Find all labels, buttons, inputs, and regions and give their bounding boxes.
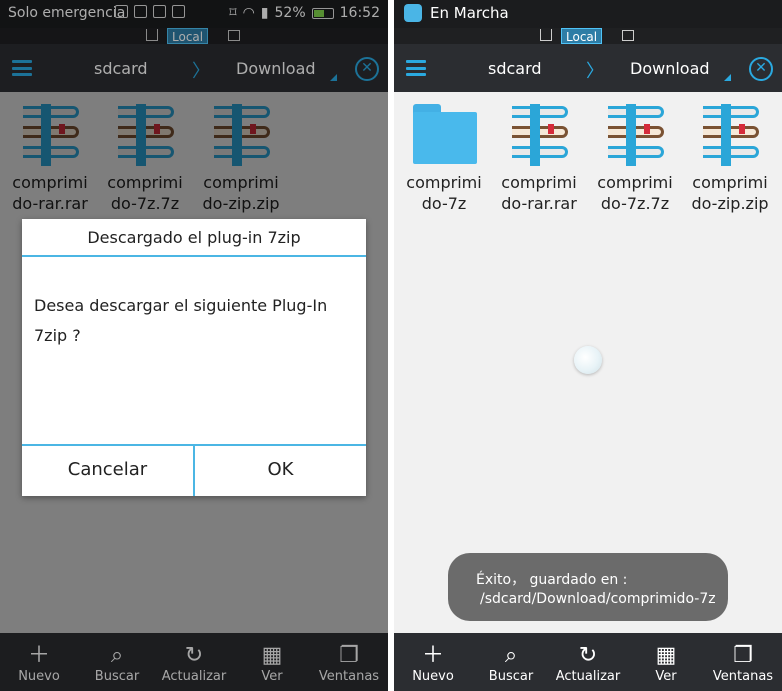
archive-icon bbox=[506, 104, 572, 166]
folder-item[interactable]: comprimi do-7z bbox=[401, 104, 487, 214]
bottom-bar: ＋ Nuevo ⌕ Buscar ↻ Actualizar ▦ Ver ❐ Ventana… bbox=[394, 633, 782, 691]
refresh-label: Actualizar bbox=[555, 669, 621, 684]
menu-icon[interactable] bbox=[406, 60, 426, 76]
folder-icon bbox=[411, 104, 477, 166]
archive-icon bbox=[602, 104, 668, 166]
dim-overlay bbox=[0, 633, 388, 691]
right-screen: En Marcha Local sdcard 〉 Download ✕ comp… bbox=[394, 0, 782, 691]
search-label: Buscar bbox=[488, 669, 534, 684]
home-icon[interactable] bbox=[540, 29, 552, 41]
plus-icon: ＋ bbox=[422, 643, 445, 668]
device-icon[interactable] bbox=[622, 30, 634, 41]
view-label: Ver bbox=[655, 669, 677, 684]
storage-bar: Local bbox=[394, 28, 782, 44]
status-bar: En Marcha bbox=[394, 0, 782, 28]
file-name: comprimi do-7z.7z bbox=[597, 173, 673, 213]
plugin-dialog: Descargado el plug-in 7zip Desea descarg… bbox=[22, 219, 366, 496]
dialog-buttons: Cancelar OK bbox=[22, 444, 366, 496]
loading-spinner bbox=[574, 346, 602, 374]
dialog-message: Desea descargar el siguiente Plug-In 7zi… bbox=[34, 296, 328, 345]
toast-line-2: /sdcard/Download/comprimido-7z bbox=[480, 591, 716, 607]
breadcrumb-download[interactable]: Download bbox=[630, 59, 710, 78]
file-name: comprimi do-zip.zip bbox=[691, 173, 769, 213]
file-item[interactable]: comprimi do-7z.7z bbox=[592, 104, 678, 214]
refresh-icon: ↻ bbox=[578, 643, 598, 668]
search-icon: ⌕ bbox=[504, 643, 518, 668]
search-button[interactable]: ⌕ Buscar bbox=[472, 633, 550, 691]
file-name: comprimi do-rar.rar bbox=[501, 173, 577, 213]
close-icon[interactable]: ✕ bbox=[749, 57, 773, 81]
dialog-title: Descargado el plug-in 7zip bbox=[22, 219, 366, 257]
ok-button[interactable]: OK bbox=[193, 446, 366, 496]
windows-icon: ❐ bbox=[733, 643, 753, 668]
refresh-button[interactable]: ↻ Actualizar bbox=[549, 633, 627, 691]
breadcrumb-separator-icon: 〉 bbox=[586, 61, 604, 82]
view-button[interactable]: ▦ Ver bbox=[627, 633, 705, 691]
file-name: comprimi do-7z bbox=[406, 173, 482, 213]
left-screen: Solo emergencia ⌑ ◠ ▮ 52% 16:52 Local sd… bbox=[0, 0, 388, 691]
success-toast: Éxito， guardado en : /sdcard/Download/co… bbox=[448, 553, 728, 621]
grid-icon: ▦ bbox=[655, 643, 677, 668]
new-label: Nuevo bbox=[412, 669, 454, 684]
toolbar: sdcard 〉 Download ✕ bbox=[394, 44, 782, 92]
breadcrumb-sdcard[interactable]: sdcard bbox=[488, 59, 542, 78]
local-label: Local bbox=[566, 30, 598, 44]
local-storage-tab[interactable]: Local bbox=[561, 28, 603, 44]
file-item[interactable]: comprimi do-rar.rar bbox=[496, 104, 582, 214]
dropdown-triangle-icon[interactable] bbox=[724, 74, 731, 81]
windows-button[interactable]: ❐ Ventanas bbox=[704, 633, 782, 691]
new-button[interactable]: ＋ Nuevo bbox=[394, 633, 472, 691]
archive-icon bbox=[697, 104, 763, 166]
file-item[interactable]: comprimi do-zip.zip bbox=[687, 104, 773, 214]
windows-label: Ventanas bbox=[712, 669, 774, 684]
dim-overlay bbox=[0, 0, 388, 92]
toast-line-1: Éxito， guardado en : bbox=[476, 572, 628, 588]
running-text: En Marcha bbox=[430, 4, 509, 22]
app-notification-icon bbox=[404, 4, 422, 22]
cancel-button[interactable]: Cancelar bbox=[22, 446, 193, 496]
